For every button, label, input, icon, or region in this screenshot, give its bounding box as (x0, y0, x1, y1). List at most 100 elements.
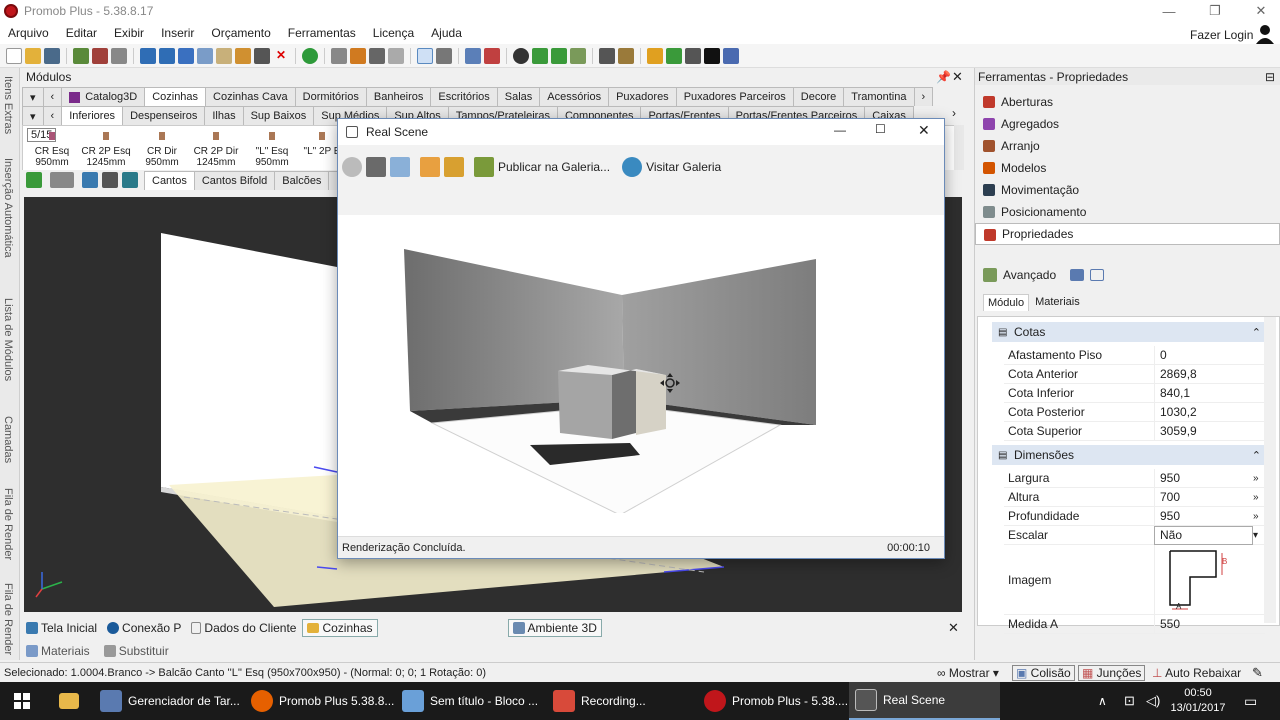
minimize-icon[interactable]: — (1146, 0, 1192, 22)
close-doc-icon[interactable]: ✕ (948, 620, 959, 636)
file-explorer-icon[interactable] (44, 682, 94, 720)
tab-salas[interactable]: Salas (496, 87, 541, 106)
refresh-icon[interactable] (26, 172, 42, 188)
tray-chevron-icon[interactable]: ∧ (1098, 694, 1107, 708)
taskbar-item[interactable]: Recording... (547, 682, 698, 720)
tab-prev[interactable]: ‹ (42, 87, 63, 106)
tab-inferiores[interactable]: Inferiores (61, 106, 124, 125)
volume-icon[interactable]: ◁) (1146, 693, 1160, 709)
user-icon[interactable] (1256, 24, 1274, 44)
binoculars-icon[interactable] (102, 172, 118, 188)
props-scrollbar[interactable] (1264, 317, 1276, 623)
tab-despenseiros[interactable]: Despenseiros (122, 106, 206, 125)
import-icon[interactable] (82, 172, 98, 188)
dialog-maximize-icon[interactable]: ☐ (875, 122, 886, 136)
auto-rebaixar-toggle[interactable]: ⊥ Auto Rebaixar (1152, 666, 1241, 680)
tab-cozinhas[interactable]: Cozinhas (144, 87, 207, 106)
clock[interactable]: 00:50 13/01/2017 (1170, 686, 1226, 716)
group-cotas[interactable]: ▤ Cotas ⌃ (992, 322, 1265, 342)
advanced-label[interactable]: Avançado (1003, 268, 1056, 282)
prop-value[interactable]: 2869,8 (1154, 364, 1265, 384)
tool-posicionamento[interactable]: Posicionamento (975, 201, 1280, 223)
tab-decore[interactable]: Decore (792, 87, 845, 106)
eye-icon[interactable] (513, 47, 529, 64)
tool-arranjo[interactable]: Arranjo (975, 135, 1280, 157)
prop-value[interactable]: 1030,2 (1154, 402, 1265, 422)
collapse-icon[interactable]: ⌃ (1252, 326, 1261, 339)
juncoes-toggle[interactable]: ▦ Junções (1078, 664, 1146, 681)
colisao-toggle[interactable]: ▣ Colisão (1012, 664, 1075, 681)
tool-agregados[interactable]: Agregados (975, 113, 1280, 135)
tab-scroll-left[interactable]: ▾ (22, 87, 44, 106)
module-item[interactable]: CR Dir 950mm (133, 132, 191, 168)
menu-inserir[interactable]: Inserir (161, 26, 194, 40)
dock-itens-extras[interactable]: Itens Extras (2, 76, 14, 134)
tab2-scroll[interactable]: ▾ (22, 106, 44, 125)
menu-ajuda[interactable]: Ajuda (431, 26, 462, 40)
list-view-icon[interactable] (1090, 269, 1105, 281)
new-icon[interactable] (6, 47, 22, 64)
save-render-icon[interactable] (366, 157, 386, 177)
escalar-select[interactable]: Não (1154, 525, 1253, 545)
delete-icon[interactable]: ✕ (273, 48, 289, 64)
tab-acessorios[interactable]: Acessórios (539, 87, 610, 106)
tab-materiais[interactable]: Materiais (22, 642, 94, 660)
pin-icon[interactable]: 📌 (936, 70, 951, 84)
prop-value[interactable]: 840,1 (1154, 383, 1265, 403)
dock-fila-render-2[interactable]: Fila de Render (2, 583, 14, 655)
publish-gallery-button[interactable]: Publicar na Galeria... (498, 160, 610, 174)
select-pointer-icon[interactable] (417, 47, 433, 64)
start-button[interactable] (0, 682, 44, 720)
render-icon[interactable] (92, 47, 108, 64)
shape-icon[interactable] (369, 47, 385, 64)
menu-ferramentas[interactable]: Ferramentas (288, 26, 356, 40)
paste-icon[interactable] (216, 47, 232, 64)
tab-next[interactable]: › (913, 87, 934, 106)
subtab-cantos-bifold[interactable]: Cantos Bifold (193, 170, 276, 190)
measure-icon[interactable] (436, 47, 452, 64)
view-icon[interactable] (599, 47, 615, 64)
view-list-icon[interactable] (122, 172, 138, 188)
paint-icon[interactable] (666, 47, 682, 64)
advanced-icon[interactable] (983, 268, 997, 282)
open-folder-icon[interactable] (420, 157, 440, 177)
menu-licenca[interactable]: Licença (373, 26, 414, 40)
tab-cozinhas-doc[interactable]: Cozinhas (302, 619, 378, 637)
notifications-icon[interactable]: ▭ (1244, 693, 1257, 710)
open-icon[interactable] (25, 47, 41, 64)
dock-fila-render[interactable]: Fila de Render (2, 488, 14, 560)
copy-icon[interactable] (197, 47, 213, 64)
arrow-left-icon[interactable] (532, 47, 548, 64)
tab2-next-icon[interactable]: › (952, 106, 956, 120)
maximize-icon[interactable]: ❐ (1192, 0, 1238, 22)
tab-dados-cliente[interactable]: Dados do Cliente (187, 619, 300, 637)
taskbar-item[interactable]: Sem título - Bloco ... (396, 682, 547, 720)
stop-icon[interactable] (342, 157, 362, 177)
close-icon[interactable]: ✕ (1238, 0, 1280, 22)
save-icon[interactable] (44, 47, 60, 64)
tab-catalog3d[interactable]: Catalog3D (61, 87, 146, 106)
module-item[interactable]: CR 2P Esq 1245mm (77, 132, 135, 168)
mostrar-button[interactable]: ∞ Mostrar ▾ (937, 666, 999, 680)
dock-insercao-automatica[interactable]: Inserção Automática (2, 158, 14, 258)
prop-value[interactable]: 950 (1154, 468, 1253, 488)
module-item[interactable]: CR 2P Dir 1245mm (187, 132, 245, 168)
subtab-cantos[interactable]: Cantos (144, 170, 195, 190)
tab-dormitorios[interactable]: Dormitórios (294, 87, 367, 106)
brush-status-icon[interactable]: ✎ (1252, 665, 1263, 681)
prop-value[interactable]: 950 (1154, 506, 1253, 526)
visit-gallery-button[interactable]: Visitar Galeria (646, 160, 721, 174)
tool-movimentacao[interactable]: Movimentação (975, 179, 1280, 201)
tab-cozinhas-cava[interactable]: Cozinhas Cava (205, 87, 296, 106)
collapse-icon[interactable]: ⌃ (1252, 449, 1261, 462)
network-icon[interactable]: ⊡ (1124, 693, 1135, 709)
print-icon[interactable] (73, 47, 89, 64)
tab-tramontina[interactable]: Tramontina (843, 87, 915, 106)
shield-icon[interactable] (465, 47, 481, 64)
filter-icon[interactable] (50, 172, 74, 188)
camera-icon[interactable] (685, 47, 701, 64)
tab-conexao[interactable]: Conexão P (103, 619, 185, 637)
globe-icon[interactable] (622, 157, 643, 177)
undo-icon[interactable] (140, 47, 156, 64)
tab-puxadores[interactable]: Puxadores (608, 87, 677, 106)
